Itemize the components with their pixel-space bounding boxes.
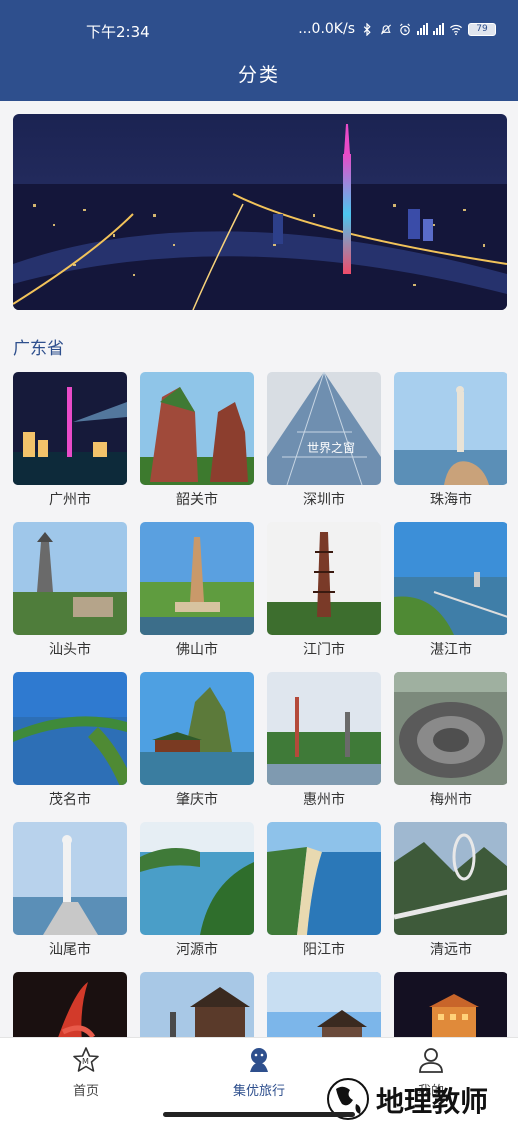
svg-text:世界之窗: 世界之窗 [307, 441, 355, 455]
city-card-zhanjiang[interactable]: 湛江市 [394, 522, 507, 662]
city-thumbnail [267, 822, 381, 935]
city-thumbnail [140, 372, 254, 485]
city-name: 惠州市 [303, 792, 345, 808]
nav-tab-travel[interactable]: 集优旅行 [199, 1038, 319, 1108]
city-name: 梅州市 [430, 792, 472, 808]
nav-label: 集优旅行 [232, 1084, 285, 1099]
battery-icon: 79 [468, 22, 496, 36]
section-title-province: 广东省 [13, 339, 64, 359]
city-name: 韶关市 [176, 492, 218, 508]
city-name: 茂名市 [49, 792, 91, 808]
city-card-yangjiang[interactable]: 阳江市 [267, 822, 381, 962]
network-speed: ...0.0K/s [298, 21, 355, 37]
nav-tab-home[interactable]: M 首页 [26, 1038, 146, 1108]
status-time: 下午2:34 [86, 23, 150, 41]
city-card-zhuhai[interactable]: 珠海市 [394, 372, 507, 512]
city-card-shantou[interactable]: 汕头市 [13, 522, 127, 662]
city-thumbnail [394, 672, 507, 785]
city-card-row5-3[interactable] [267, 972, 381, 1037]
status-icons: ...0.0K/s 79 [298, 21, 496, 37]
bluetooth-icon [363, 22, 371, 36]
city-card-jiangmen[interactable]: 江门市 [267, 522, 381, 662]
city-thumbnail [13, 522, 127, 635]
city-thumbnail [13, 822, 127, 935]
city-card-shanwei[interactable]: 汕尾市 [13, 822, 127, 962]
city-thumbnail [140, 972, 254, 1037]
city-thumbnail [13, 672, 127, 785]
city-card-meizhou[interactable]: 梅州市 [394, 672, 507, 812]
status-bar: 下午2:34 ...0.0K/s 79 [0, 0, 518, 62]
city-thumbnail [140, 822, 254, 935]
city-name: 广州市 [49, 492, 91, 508]
city-name: 佛山市 [176, 642, 218, 658]
nav-label: 首页 [72, 1084, 99, 1099]
city-thumbnail [140, 672, 254, 785]
star-badge-icon: M [73, 1047, 99, 1072]
alarm-icon [399, 23, 411, 35]
city-card-zhaoqing[interactable]: 肇庆市 [140, 672, 254, 812]
banner-image[interactable] [13, 114, 507, 310]
signal-1-icon [417, 23, 428, 35]
city-card-row5-1[interactable] [13, 972, 127, 1037]
page-title: 分类 [237, 64, 280, 86]
city-name: 河源市 [176, 942, 218, 958]
signal-2-icon [433, 23, 444, 35]
city-card-foshan[interactable]: 佛山市 [140, 522, 254, 662]
city-card-heyuan[interactable]: 河源市 [140, 822, 254, 962]
city-grid: 广州市 韶关市 世界之窗 深圳市 珠海市 汕头市 佛山市 江门市 湛江市 茂名市… [13, 372, 507, 1037]
city-thumbnail [267, 972, 381, 1037]
wifi-icon [450, 24, 462, 35]
city-name: 肇庆市 [176, 792, 218, 808]
city-name: 汕尾市 [49, 942, 91, 958]
city-name: 江门市 [303, 642, 345, 658]
city-card-shenzhen[interactable]: 世界之窗 深圳市 [267, 372, 381, 512]
city-name: 深圳市 [303, 492, 345, 508]
city-thumbnail [140, 522, 254, 635]
home-indicator[interactable] [163, 1112, 355, 1117]
city-name: 阳江市 [303, 942, 345, 958]
app-header: 下午2:34 ...0.0K/s 79 分类 [0, 0, 518, 101]
guangzhou-night-skyline-image [13, 114, 507, 310]
city-card-guangzhou[interactable]: 广州市 [13, 372, 127, 512]
city-name: 湛江市 [430, 642, 472, 658]
city-name: 汕头市 [49, 642, 91, 658]
city-thumbnail [13, 972, 127, 1037]
watermark-text: 地理教师 [376, 1085, 489, 1118]
city-name: 珠海市 [430, 492, 472, 508]
city-card-maoming[interactable]: 茂名市 [13, 672, 127, 812]
user-icon [419, 1048, 443, 1073]
city-thumbnail [394, 972, 507, 1037]
city-card-shaoguan[interactable]: 韶关市 [140, 372, 254, 512]
city-thumbnail [394, 372, 507, 485]
city-thumbnail: 世界之窗 [267, 372, 381, 485]
city-card-qingyuan[interactable]: 清远市 [394, 822, 507, 962]
city-name: 清远市 [430, 942, 472, 958]
city-card-huizhou[interactable]: 惠州市 [267, 672, 381, 812]
svg-text:M: M [82, 1057, 89, 1066]
city-thumbnail [394, 822, 507, 935]
city-thumbnail [267, 522, 381, 635]
city-card-row5-2[interactable] [140, 972, 254, 1037]
city-card-row5-4[interactable] [394, 972, 507, 1037]
mute-bell-icon [380, 23, 392, 35]
city-thumbnail [13, 372, 127, 485]
city-thumbnail [394, 522, 507, 635]
travel-mascot-icon [250, 1048, 268, 1072]
city-thumbnail [267, 672, 381, 785]
